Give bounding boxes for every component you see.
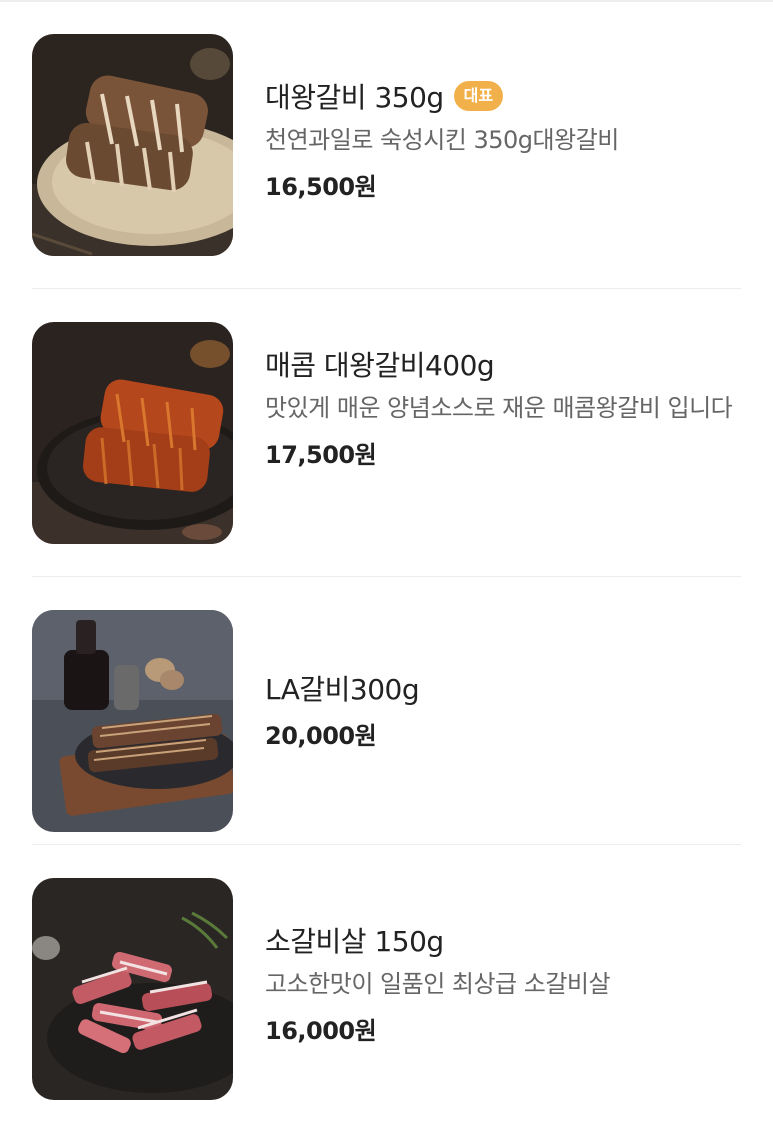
menu-item-name: LA갈비300g [265,673,420,706]
menu-item-galbi-350g[interactable]: 대왕갈비 350g 대표 천연과일로 숙성시킨 350g대왕갈비 16,500원 [32,34,741,256]
menu-item-price: 17,500원 [265,441,377,469]
name-row: 대왕갈비 350g 대표 [265,76,741,116]
name-row: LA갈비300g [265,668,741,708]
item-divider [32,288,741,289]
item-divider [32,576,741,577]
menu-item-rib-meat-150g[interactable]: 소갈비살 150g 고소한맛이 일품인 최상급 소갈비살 16,000원 [32,878,741,1100]
menu-item-name: 매콤 대왕갈비400g [265,349,495,382]
top-edge-divider [0,0,773,2]
menu-item-description: 고소한맛이 일품인 최상급 소갈비살 [265,970,611,998]
menu-item-info: 매콤 대왕갈비400g 맛있게 매운 양념소스로 재운 매콤왕갈비 입니다 17… [265,344,741,470]
menu-item-spicy-galbi-400g[interactable]: 매콤 대왕갈비400g 맛있게 매운 양념소스로 재운 매콤왕갈비 입니다 17… [32,322,741,544]
raw-rib-meat-image [32,878,233,1100]
menu-item-info: 대왕갈비 350g 대표 천연과일로 숙성시킨 350g대왕갈비 16,500원 [265,76,741,202]
galbi-plate-image [32,34,233,256]
menu-item-price: 16,500원 [265,173,377,201]
featured-badge: 대표 [453,81,504,111]
menu-item-price: 16,000원 [265,1017,377,1045]
menu-item-price: 20,000원 [265,722,377,750]
menu-item-name: 대왕갈비 350g [265,81,444,114]
menu-item-description: 맛있게 매운 양념소스로 재운 매콤왕갈비 입니다 [265,394,733,422]
menu-item-la-galbi-300g[interactable]: LA갈비300g 20,000원 [32,610,741,832]
menu-item-name: 소갈비살 150g [265,925,444,958]
menu-item-info: 소갈비살 150g 고소한맛이 일품인 최상급 소갈비살 16,000원 [265,920,741,1046]
name-row: 매콤 대왕갈비400g [265,344,741,384]
name-row: 소갈비살 150g [265,920,741,960]
spicy-galbi-plate-image [32,322,233,544]
la-galbi-board-image [32,610,233,832]
menu-item-description: 천연과일로 숙성시킨 350g대왕갈비 [265,126,619,154]
item-divider [32,844,741,845]
menu-item-info: LA갈비300g 20,000원 [265,668,741,751]
